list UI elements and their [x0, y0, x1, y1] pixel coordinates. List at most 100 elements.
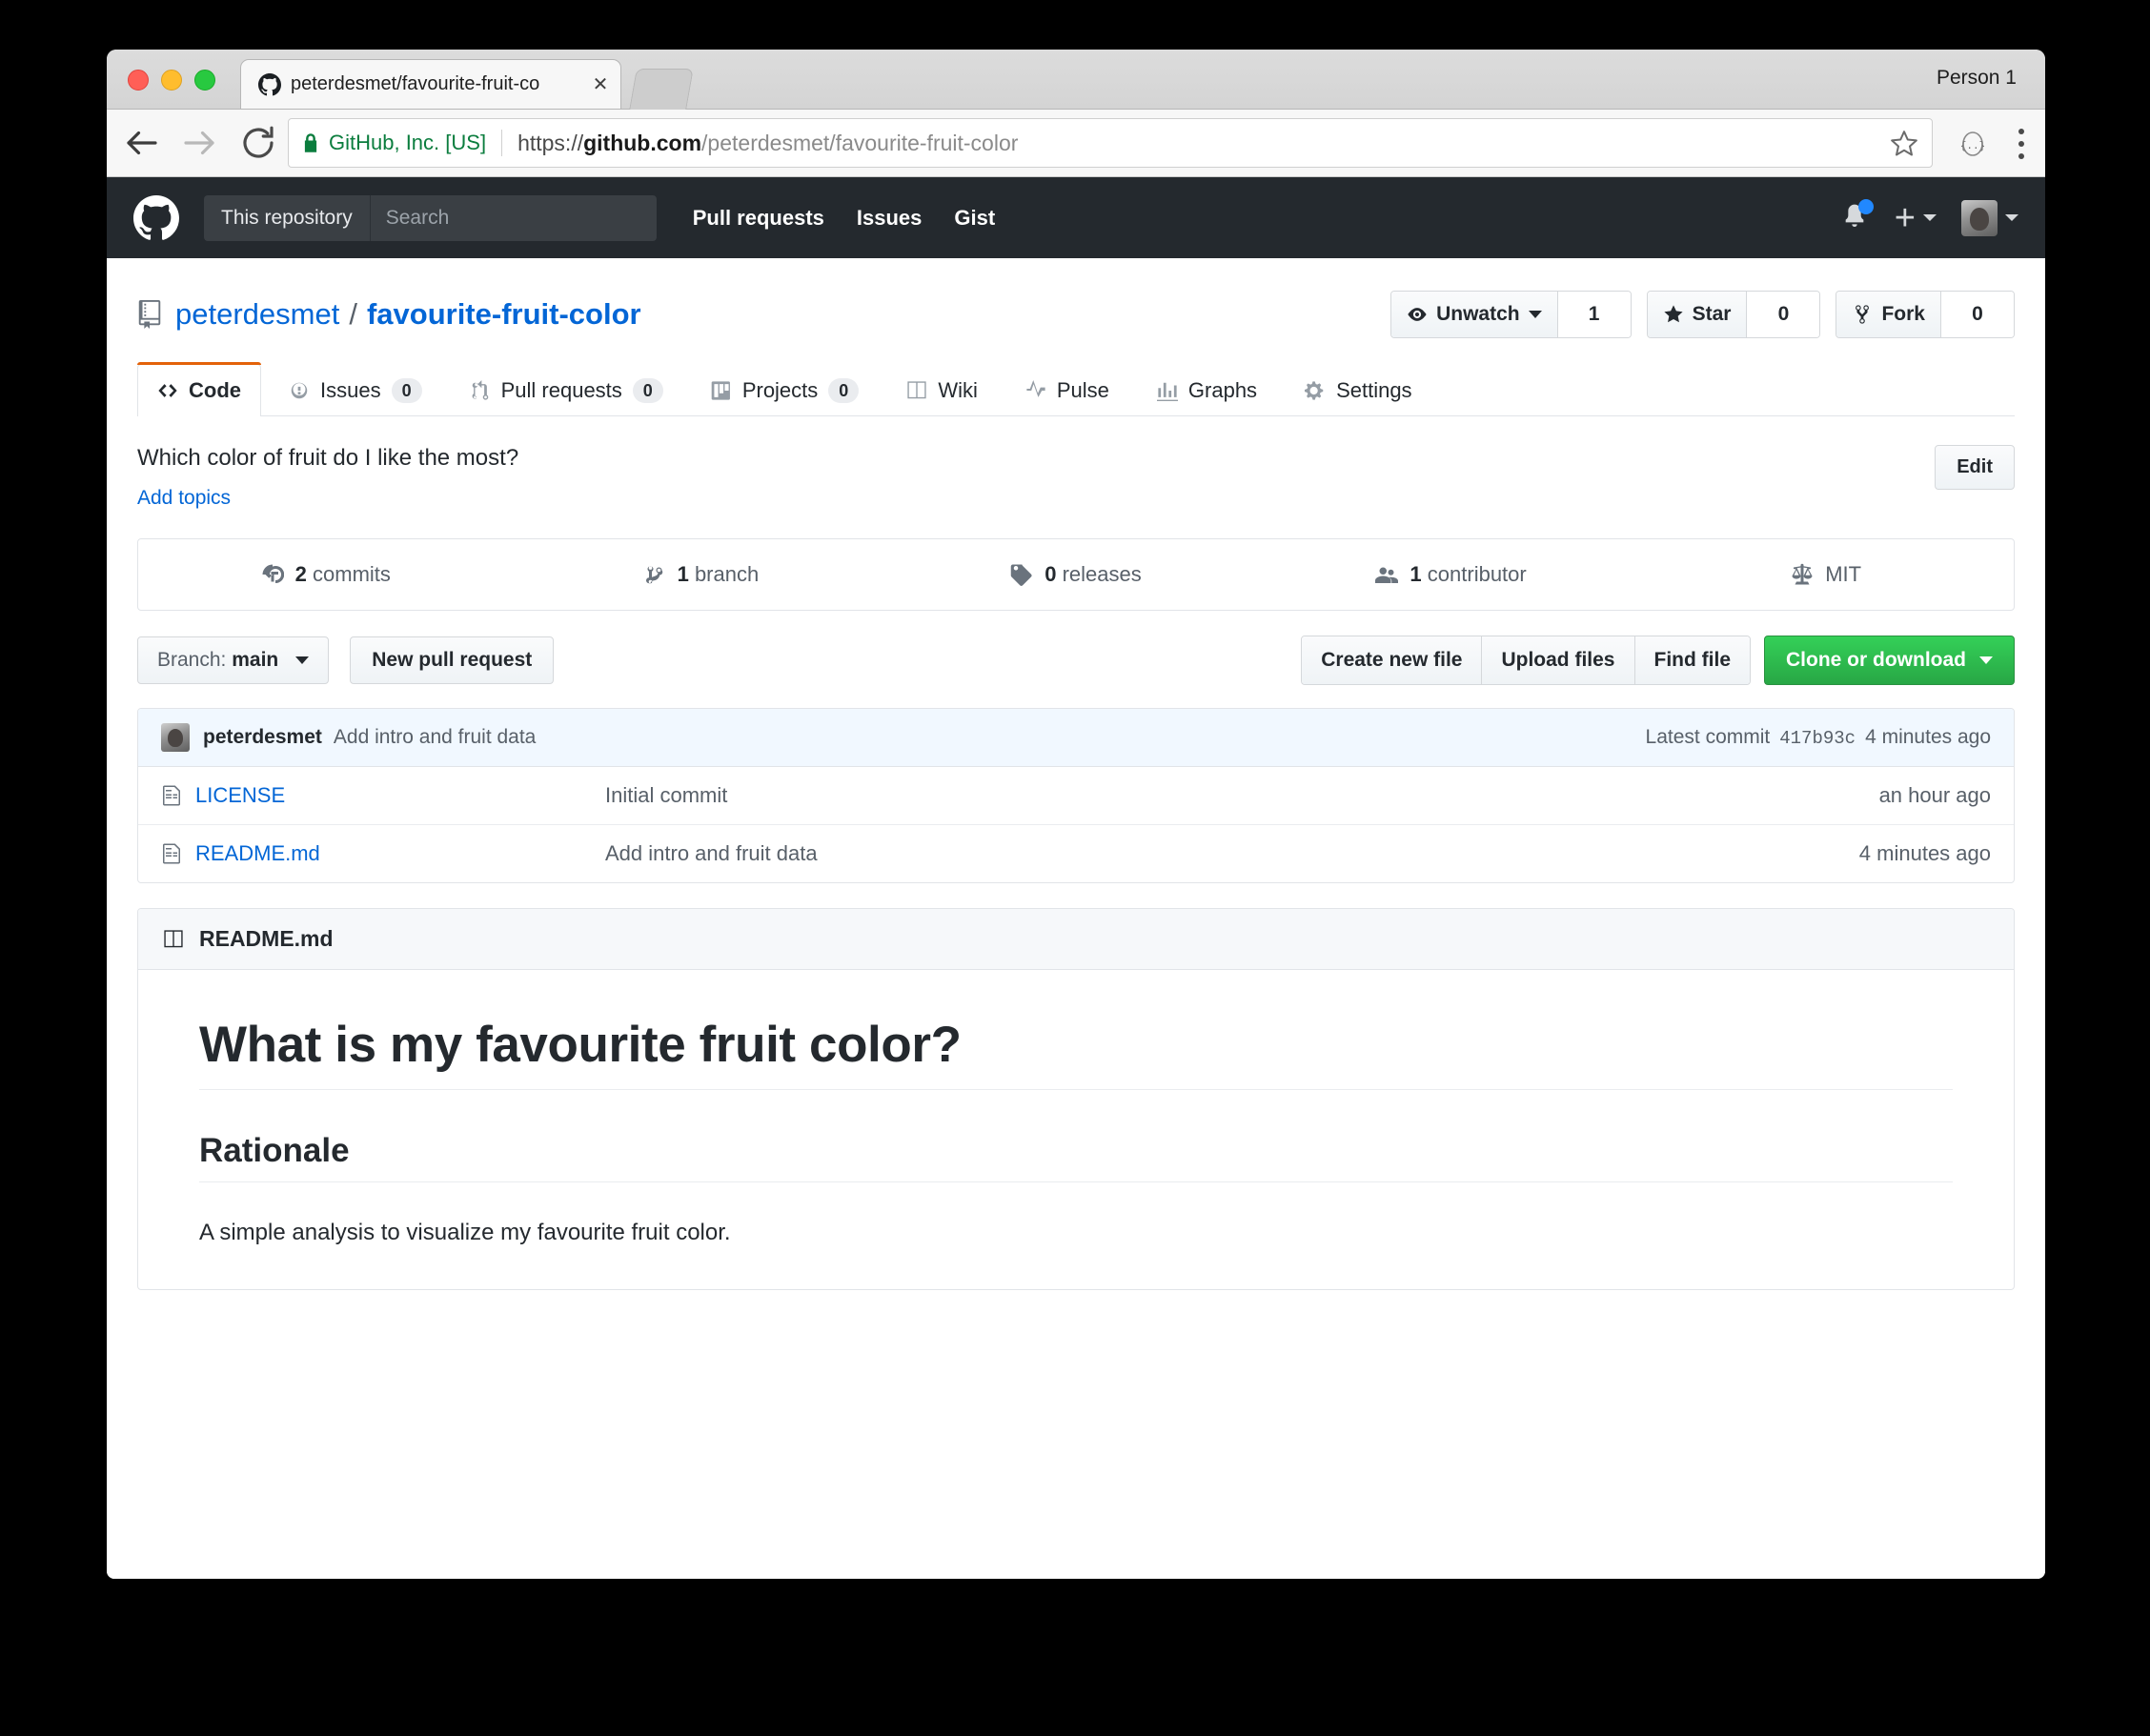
search-input[interactable] — [370, 194, 657, 241]
github-header-right: + — [1839, 197, 2018, 238]
table-row[interactable]: LICENSE Initial commit an hour ago — [138, 767, 2014, 825]
edit-button[interactable]: Edit — [1935, 445, 2015, 490]
tab-pull-requests[interactable]: Pull requests 0 — [450, 364, 683, 416]
branch-label: Branch: main — [157, 649, 279, 671]
url-bar[interactable]: GitHub, Inc. [US] https://github.com/pet… — [288, 118, 1933, 168]
fork-button[interactable]: Fork — [1836, 292, 1941, 337]
tab-issues[interactable]: Issues 0 — [269, 364, 442, 416]
url-path: /peterdesmet/favourite-fruit-color — [701, 130, 1019, 155]
window-traffic-lights — [128, 70, 215, 91]
star-button[interactable]: Star — [1647, 292, 1748, 337]
commit-author-link[interactable]: peterdesmet — [203, 726, 322, 749]
branch-selector[interactable]: Branch: main — [137, 636, 330, 684]
tab-close-icon[interactable]: ✕ — [590, 74, 611, 95]
tab-pulse[interactable]: Pulse — [1005, 364, 1129, 416]
avatar — [161, 723, 190, 752]
tag-icon — [1010, 564, 1032, 586]
repo-description-row: Which color of fruit do I like the most?… — [137, 445, 2015, 510]
fork-icon — [1856, 305, 1870, 324]
find-file-button[interactable]: Find file — [1634, 636, 1750, 684]
stat-branches-value: 1 branch — [677, 562, 760, 586]
window-close-button[interactable] — [128, 70, 149, 91]
tab-projects[interactable]: Projects 0 — [691, 364, 880, 416]
file-name-link[interactable]: LICENSE — [195, 783, 605, 808]
latest-commit-meta: Latest commit 417b93c 4 minutes ago — [1646, 726, 1991, 749]
file-name-link[interactable]: README.md — [195, 841, 605, 866]
tab-graphs-label: Graphs — [1187, 378, 1258, 402]
table-row[interactable]: README.md Add intro and fruit data 4 min… — [138, 825, 2014, 882]
notifications-button[interactable] — [1839, 198, 1874, 234]
eye-icon — [1408, 308, 1427, 321]
stat-license[interactable]: MIT — [1638, 539, 2014, 610]
browser-tab[interactable]: peterdesmet/favourite-fruit-co ✕ — [240, 59, 621, 109]
tab-settings[interactable]: Settings — [1285, 364, 1432, 416]
commit-sha[interactable]: 417b93c — [1779, 728, 1856, 749]
file-commit-message[interactable]: Add intro and fruit data — [605, 841, 1859, 866]
nav-gist[interactable]: Gist — [954, 206, 995, 231]
stat-contributors[interactable]: 1 contributor — [1264, 539, 1639, 610]
unwatch-button[interactable]: Unwatch — [1391, 292, 1558, 337]
file-action-buttons: Create new file Upload files Find file C… — [1301, 636, 2015, 685]
create-new-file-button[interactable]: Create new file — [1302, 636, 1483, 684]
tab-graphs[interactable]: Graphs — [1137, 364, 1277, 416]
tab-wiki[interactable]: Wiki — [886, 364, 998, 416]
readme-panel: README.md What is my favourite fruit col… — [137, 908, 2015, 1291]
back-arrow-icon[interactable] — [122, 123, 162, 163]
notification-indicator-dot — [1857, 198, 1874, 214]
clone-or-download-button[interactable]: Clone or download — [1764, 636, 2015, 685]
repo-name-link[interactable]: favourite-fruit-color — [367, 297, 641, 332]
window-maximize-button[interactable] — [194, 70, 215, 91]
extension-icon[interactable]: {..} — [1959, 131, 1986, 157]
repo-stats-bar: 2 commits 1 branch 0 releases 1 contribu… — [137, 538, 2015, 611]
graph-icon — [1156, 382, 1178, 401]
browser-profile-name[interactable]: Person 1 — [1937, 67, 2017, 90]
chevron-down-icon — [1528, 311, 1542, 318]
tab-projects-count: 0 — [828, 378, 860, 403]
upload-files-button[interactable]: Upload files — [1482, 636, 1635, 684]
browser-menu-icon[interactable] — [2018, 129, 2026, 159]
repo-owner-link[interactable]: peterdesmet — [175, 297, 339, 332]
browser-window: peterdesmet/favourite-fruit-co ✕ Person … — [107, 50, 2045, 1579]
search-scope-selector[interactable]: This repository — [204, 194, 371, 241]
commit-message[interactable]: Add intro and fruit data — [334, 726, 536, 749]
new-tab-button[interactable] — [629, 69, 694, 110]
book-icon — [164, 929, 183, 947]
repo-description: Which color of fruit do I like the most? — [137, 445, 519, 471]
star-label: Star — [1692, 303, 1732, 325]
branch-action-row: Branch: main New pull request Create new… — [137, 636, 2015, 685]
url-scheme: https:// — [517, 130, 584, 155]
stat-commits-value: 2 commits — [294, 562, 391, 586]
stat-commits[interactable]: 2 commits — [138, 539, 514, 610]
tab-pulse-label: Pulse — [1056, 378, 1109, 402]
add-topics-link[interactable]: Add topics — [137, 487, 231, 510]
github-search-bar[interactable]: This repository — [204, 194, 657, 241]
fork-count[interactable]: 0 — [1941, 292, 2014, 337]
pulse-icon — [1026, 380, 1045, 397]
bookmark-star-icon[interactable] — [1890, 129, 1918, 157]
star-button-group: Star 0 — [1646, 291, 1821, 338]
fork-label: Fork — [1881, 303, 1925, 325]
nav-pull-requests[interactable]: Pull requests — [693, 206, 824, 231]
browser-toolbar: GitHub, Inc. [US] https://github.com/pet… — [107, 110, 2045, 177]
user-menu[interactable] — [1961, 199, 2018, 236]
nav-issues[interactable]: Issues — [857, 206, 923, 231]
stat-releases[interactable]: 0 releases — [888, 539, 1264, 610]
repo-description-col: Which color of fruit do I like the most?… — [137, 445, 1935, 510]
watch-count[interactable]: 1 — [1557, 292, 1631, 337]
new-pull-request-button[interactable]: New pull request — [350, 636, 555, 684]
tab-pull-requests-count: 0 — [632, 378, 663, 403]
forward-arrow-icon[interactable] — [179, 123, 219, 163]
lock-icon — [304, 133, 317, 152]
window-minimize-button[interactable] — [161, 70, 182, 91]
create-new-menu[interactable]: + — [1894, 197, 1937, 238]
file-commit-message[interactable]: Initial commit — [605, 783, 1879, 808]
clone-label: Clone or download — [1786, 649, 1966, 671]
reload-icon[interactable] — [238, 123, 278, 163]
chevron-down-icon — [1979, 656, 1993, 664]
tab-code[interactable]: Code — [137, 362, 261, 416]
plus-icon: + — [1894, 197, 1916, 238]
star-count[interactable]: 0 — [1747, 292, 1820, 337]
stat-branches[interactable]: 1 branch — [514, 539, 889, 610]
file-icon — [163, 785, 180, 806]
github-logo-icon[interactable] — [133, 194, 179, 241]
